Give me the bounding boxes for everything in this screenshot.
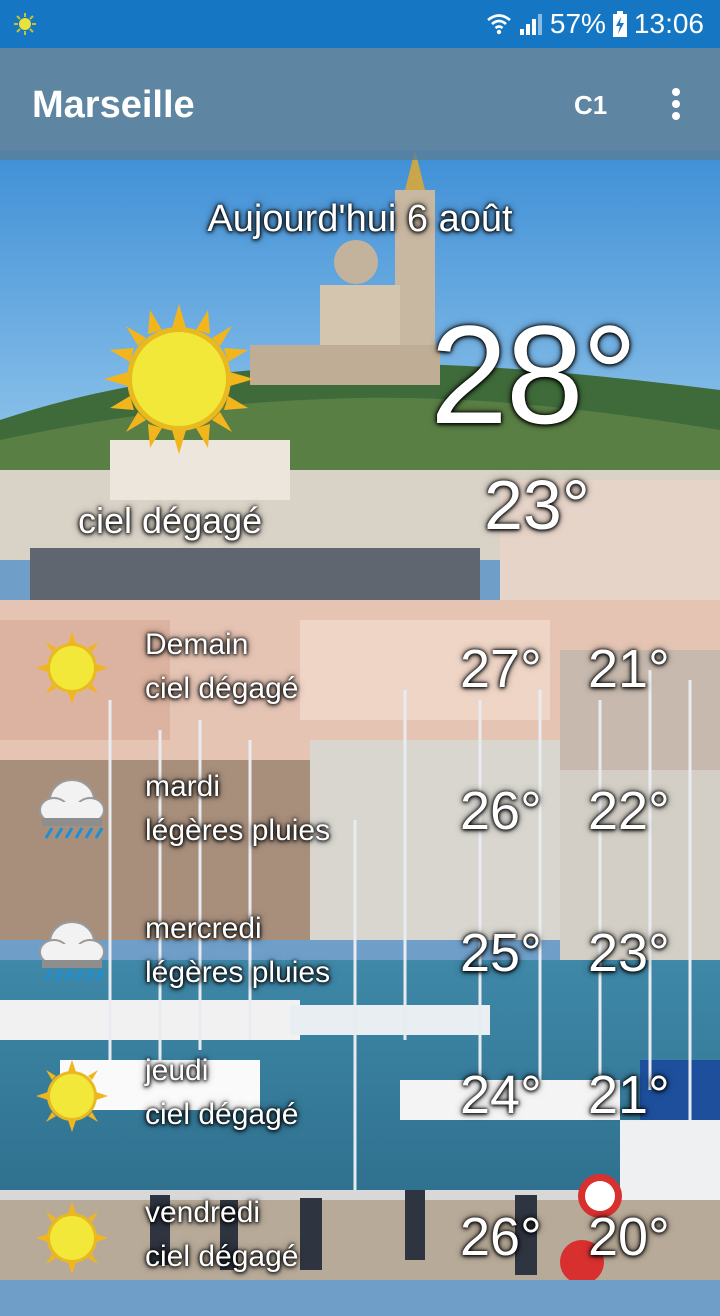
sun-icon bbox=[36, 1060, 108, 1132]
forecast-temp-min: 23° bbox=[588, 923, 670, 983]
notification-sun-icon bbox=[14, 13, 36, 35]
forecast-day: mercredi bbox=[145, 912, 262, 945]
forecast-condition: ciel dégagé bbox=[145, 1098, 299, 1131]
more-vert-icon[interactable] bbox=[660, 84, 692, 124]
forecast-temp-max: 25° bbox=[460, 923, 542, 983]
forecast-temp-max: 27° bbox=[460, 639, 542, 699]
status-time: 13:06 bbox=[633, 8, 704, 39]
forecast-condition: ciel dégagé bbox=[145, 672, 299, 705]
wifi-icon bbox=[487, 14, 511, 35]
city-title: Marseille bbox=[32, 84, 195, 126]
current-temp-max: 28° bbox=[430, 296, 638, 453]
forecast-condition: légères pluies bbox=[145, 814, 331, 847]
forecast-temp-min: 20° bbox=[588, 1207, 670, 1267]
app-bar: Marseille C1 bbox=[0, 48, 720, 160]
forecast-day: jeudi bbox=[145, 1054, 209, 1087]
sun-icon bbox=[36, 632, 108, 704]
forecast-row: vendredi ciel dégagé 26° 20° bbox=[0, 1196, 720, 1316]
battery-charging-icon bbox=[612, 11, 627, 37]
sun-icon bbox=[104, 304, 254, 454]
forecast-condition: légères pluies bbox=[145, 956, 331, 989]
forecast-temp-min: 21° bbox=[588, 639, 670, 699]
forecast-day: vendredi bbox=[145, 1196, 261, 1229]
forecast-row: mardi légères pluies 26° 22° bbox=[0, 770, 720, 890]
forecast-temp-max: 26° bbox=[460, 1207, 542, 1267]
status-bar: 57% 13:06 bbox=[0, 0, 720, 48]
forecast-condition: ciel dégagé bbox=[145, 1240, 299, 1273]
forecast-temp-max: 24° bbox=[460, 1065, 542, 1125]
rain-cloud-icon bbox=[39, 921, 105, 981]
signal-icon bbox=[519, 14, 542, 35]
forecast-row: Demain ciel dégagé 27° 21° bbox=[0, 628, 720, 748]
forecast-temp-min: 22° bbox=[588, 781, 670, 841]
battery-percent: 57% bbox=[549, 8, 606, 39]
current-condition: ciel dégagé bbox=[78, 500, 263, 541]
unit-toggle-button[interactable]: C1 bbox=[574, 90, 607, 121]
current-temp-min: 23° bbox=[484, 466, 590, 544]
forecast-row: jeudi ciel dégagé 24° 21° bbox=[0, 1054, 720, 1174]
rain-cloud-icon bbox=[39, 779, 105, 839]
sun-icon bbox=[36, 1202, 108, 1274]
forecast-row: mercredi légères pluies 25° 23° bbox=[0, 912, 720, 1032]
today-date: Aujourd'hui 6 août bbox=[207, 198, 513, 240]
forecast-day: mardi bbox=[145, 770, 221, 803]
forecast-temp-min: 21° bbox=[588, 1065, 670, 1125]
forecast-temp-max: 26° bbox=[460, 781, 542, 841]
forecast-day: Demain bbox=[145, 628, 249, 661]
